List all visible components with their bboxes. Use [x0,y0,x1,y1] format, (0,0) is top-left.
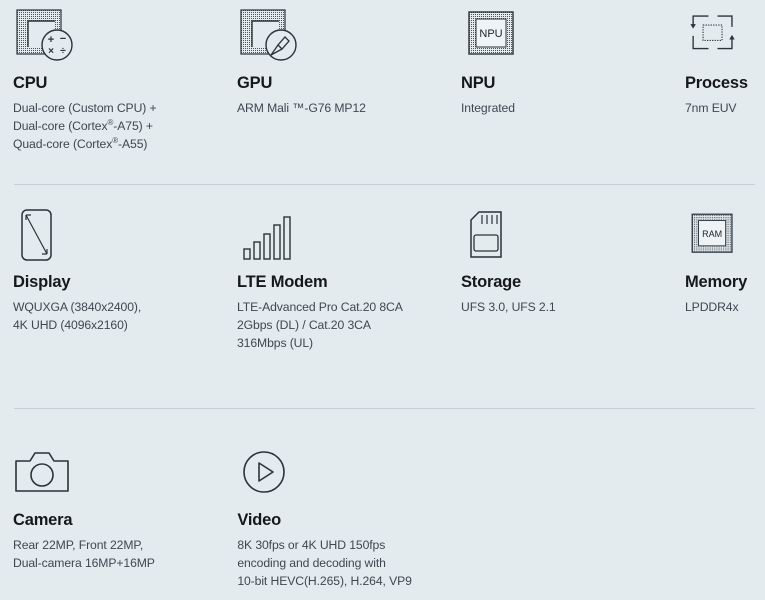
spec-item-memory: RAM Memory LPDDR4x [685,207,755,409]
spec-item-video: Video 8K 30fps or 4K UHD 150fpsencoding … [237,447,461,599]
spec-item-process: Process 7nm EUV [685,6,755,185]
display-phone-icon [13,207,223,267]
npu-icon-label: NPU [479,28,502,40]
spec-title: Camera [13,511,223,529]
spec-item-npu: NPU NPU Integrated [461,6,685,185]
spec-item-cpu: + − × ÷ CPU Dual-core (Custom CPU) +Dual… [13,6,237,185]
spec-title: CPU [13,74,223,92]
spec-title: NPU [461,74,671,92]
spec-item-display: Display WQUXGA (3840x2400),4K UHD (4096x… [13,207,237,409]
signal-bars-icon [237,207,447,267]
spec-title: Storage [461,273,671,291]
spec-description: Rear 22MP, Front 22MP,Dual-camera 16MP+1… [13,536,223,572]
video-play-circle-icon [237,447,447,505]
spec-item-gpu: GPU ARM Mali ™-G76 MP12 [237,6,461,185]
spec-title: Process [685,74,741,92]
spec-description: WQUXGA (3840x2400),4K UHD (4096x2160) [13,298,223,334]
spec-description: UFS 3.0, UFS 2.1 [461,298,671,316]
svg-text:÷: ÷ [60,46,66,57]
spec-description: Integrated [461,99,671,117]
spec-row-3: Camera Rear 22MP, Front 22MP,Dual-camera… [0,409,765,599]
spec-sheet: + − × ÷ CPU Dual-core (Custom CPU) +Dual… [0,0,765,600]
sd-card-icon [461,207,671,267]
spec-item-camera: Camera Rear 22MP, Front 22MP,Dual-camera… [13,447,237,599]
spec-title: GPU [237,74,447,92]
svg-text:×: × [48,46,54,57]
spec-title: LTE Modem [237,273,447,291]
gpu-chip-brush-icon [237,6,447,68]
npu-chip-icon: NPU [461,6,671,68]
spec-title: Memory [685,273,741,291]
spec-description: 7nm EUV [685,99,741,117]
spec-title: Display [13,273,223,291]
spec-description: LPDDR4x [685,298,741,316]
svg-text:+: + [48,34,54,46]
spec-row-2: Display WQUXGA (3840x2400),4K UHD (4096x… [0,185,765,409]
camera-icon [13,447,223,505]
spec-description: 8K 30fps or 4K UHD 150fpsencoding and de… [237,536,447,590]
cpu-chip-calculator-icon: + − × ÷ [13,6,223,68]
spec-row-1: + − × ÷ CPU Dual-core (Custom CPU) +Dual… [0,0,765,185]
process-arrows-chip-icon [685,6,741,68]
svg-text:−: − [60,33,66,45]
ram-icon-label: RAM [702,229,722,239]
spec-item-lte-modem: LTE Modem LTE-Advanced Pro Cat.20 8CA2Gb… [237,207,461,409]
spec-description: Dual-core (Custom CPU) +Dual-core (Corte… [13,99,223,153]
spec-item-empty-1 [462,447,686,599]
ram-chip-icon: RAM [685,207,741,267]
spec-description: LTE-Advanced Pro Cat.20 8CA2Gbps (DL) / … [237,298,447,352]
spec-title: Video [237,511,447,529]
spec-item-empty-2 [686,447,755,599]
spec-description: ARM Mali ™-G76 MP12 [237,99,447,117]
spec-item-storage: Storage UFS 3.0, UFS 2.1 [461,207,685,409]
